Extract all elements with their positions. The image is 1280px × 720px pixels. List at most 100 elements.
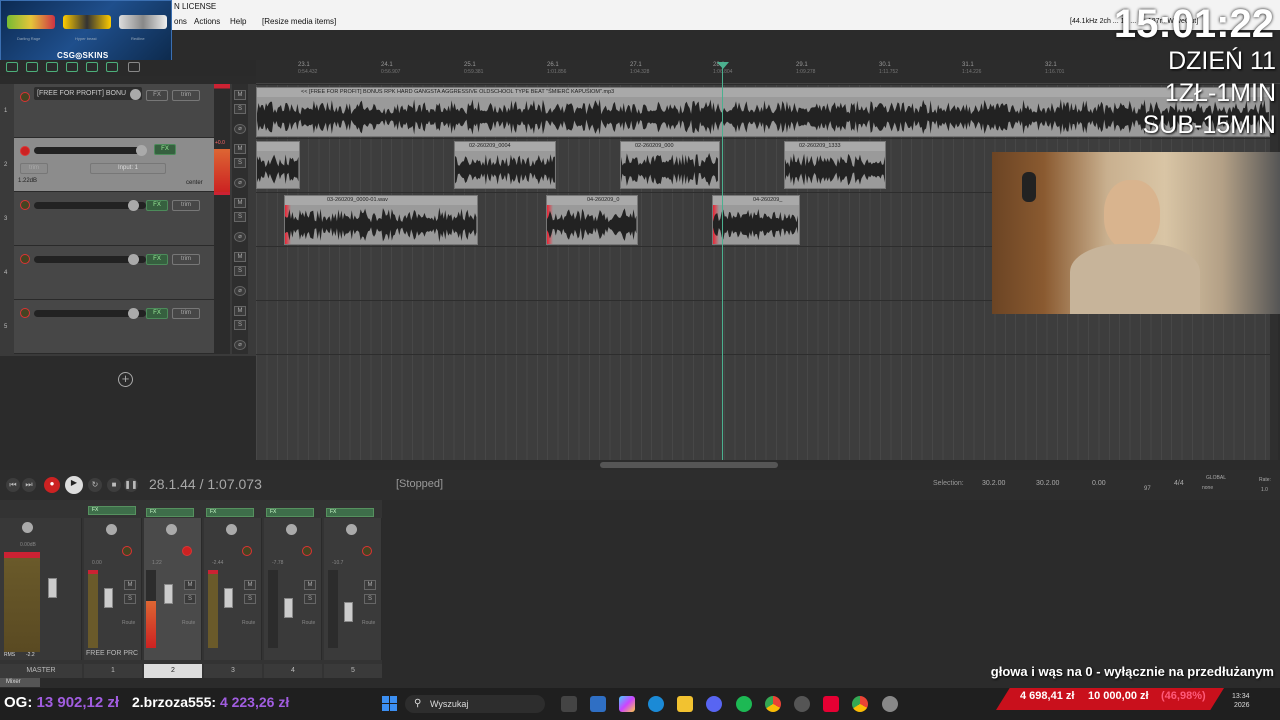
solo-button[interactable]: S bbox=[234, 266, 246, 276]
phase-button[interactable]: ⌀ bbox=[234, 124, 246, 134]
record-arm-button[interactable] bbox=[242, 546, 252, 556]
edge-icon[interactable] bbox=[648, 696, 664, 712]
automation-trim-button[interactable]: trim bbox=[172, 200, 200, 211]
solo-button[interactable]: S bbox=[304, 594, 316, 604]
mute-button[interactable]: M bbox=[234, 90, 246, 100]
mixer-tab[interactable]: Mixer bbox=[0, 678, 40, 687]
settings-icon[interactable] bbox=[882, 696, 898, 712]
snap-icon[interactable] bbox=[26, 62, 38, 72]
pan-knob[interactable] bbox=[286, 524, 297, 535]
pan-knob[interactable] bbox=[106, 524, 117, 535]
automation-mode[interactable]: none bbox=[1202, 485, 1213, 491]
record-arm-button[interactable] bbox=[182, 546, 192, 556]
automation-trim-button[interactable]: trim bbox=[172, 308, 200, 319]
time-signature[interactable]: 4/4 bbox=[1174, 480, 1184, 487]
tempo-display[interactable]: 97 bbox=[1144, 486, 1151, 492]
fx-slot[interactable]: FX bbox=[88, 506, 136, 515]
mute-button[interactable]: M bbox=[234, 252, 246, 262]
lock-icon[interactable] bbox=[128, 62, 140, 72]
route-button[interactable]: Route bbox=[122, 620, 135, 626]
track-name[interactable]: [FREE FOR PROFIT] BONU bbox=[34, 87, 142, 100]
track-2-header[interactable]: FX trim Input: 1 1.22dB center bbox=[14, 138, 214, 192]
media-item-adlib[interactable]: 04-260209_0 bbox=[546, 195, 638, 245]
mute-button[interactable]: M bbox=[244, 580, 256, 590]
mute-button[interactable]: M bbox=[304, 580, 316, 590]
media-item-vocal[interactable]: 02-260209_1333 bbox=[784, 141, 886, 189]
solo-button[interactable]: S bbox=[234, 104, 246, 114]
store-icon[interactable] bbox=[590, 696, 606, 712]
media-item-adlib[interactable]: 04-260209_ bbox=[712, 195, 800, 245]
record-arm-button[interactable] bbox=[20, 92, 30, 102]
mute-button[interactable]: M bbox=[234, 144, 246, 154]
volume-fader[interactable] bbox=[344, 602, 353, 622]
fx-slot[interactable]: FX bbox=[266, 508, 314, 517]
envelope-icon[interactable] bbox=[86, 62, 98, 72]
chrome-icon[interactable] bbox=[765, 696, 781, 712]
input-select[interactable]: Input: 1 bbox=[90, 163, 166, 174]
copilot-icon[interactable] bbox=[619, 696, 635, 712]
loop-button[interactable]: ↻ bbox=[88, 478, 102, 492]
volume-slider-thumb[interactable] bbox=[136, 145, 147, 156]
phase-button[interactable]: ⌀ bbox=[234, 178, 246, 188]
timeline-ruler[interactable]: 23.1 0:54.432 24.1 0:56.907 25.1 0:59.381 26.1… bbox=[256, 60, 1280, 84]
master-fader[interactable] bbox=[48, 578, 57, 598]
fx-button[interactable]: FX bbox=[154, 144, 176, 155]
track-5-header[interactable]: FX trim bbox=[14, 300, 214, 354]
volume-slider-thumb[interactable] bbox=[128, 200, 139, 211]
pan-knob[interactable] bbox=[346, 524, 357, 535]
solo-button[interactable]: S bbox=[184, 594, 196, 604]
solo-button[interactable]: S bbox=[234, 212, 246, 222]
record-button[interactable]: ● bbox=[44, 477, 60, 493]
menu-resize-media[interactable]: [Resize media items] bbox=[262, 14, 336, 30]
pan-knob[interactable] bbox=[166, 524, 177, 535]
volume-slider-thumb[interactable] bbox=[128, 254, 139, 265]
phase-button[interactable]: ⌀ bbox=[234, 232, 246, 242]
grid-icon[interactable] bbox=[6, 62, 18, 72]
file-explorer-icon[interactable] bbox=[677, 696, 693, 712]
track-3-header[interactable]: FX trim bbox=[14, 192, 214, 246]
go-to-end-button[interactable]: ⏭ bbox=[22, 478, 36, 492]
volume-knob[interactable] bbox=[130, 89, 141, 100]
master-pan-knob[interactable] bbox=[22, 522, 33, 533]
fx-button[interactable]: FX bbox=[146, 254, 168, 265]
strip-number[interactable]: 5 bbox=[324, 664, 382, 678]
solo-button[interactable]: S bbox=[124, 594, 136, 604]
task-view-icon[interactable] bbox=[561, 696, 577, 712]
ripple-icon[interactable] bbox=[46, 62, 58, 72]
automation-trim-button[interactable]: trim bbox=[172, 254, 200, 265]
spotify-icon[interactable] bbox=[736, 696, 752, 712]
rate-value[interactable]: 1.0 bbox=[1261, 487, 1268, 493]
windows-start-icon[interactable] bbox=[382, 696, 398, 712]
pan-knob[interactable] bbox=[226, 524, 237, 535]
mute-button[interactable]: M bbox=[234, 306, 246, 316]
go-to-start-button[interactable]: ⏮ bbox=[6, 478, 20, 492]
selection-start[interactable]: 30.2.00 bbox=[982, 480, 1005, 487]
media-item-vocal[interactable]: 02-260209_0004 bbox=[454, 141, 556, 189]
pause-button[interactable]: ❚❚ bbox=[124, 478, 138, 492]
solo-button[interactable]: S bbox=[234, 158, 246, 168]
selection-length[interactable]: 0.00 bbox=[1092, 480, 1106, 487]
record-arm-button[interactable] bbox=[20, 254, 30, 264]
solo-button[interactable]: S bbox=[234, 320, 246, 330]
obs-icon[interactable] bbox=[794, 696, 810, 712]
tiktok-icon[interactable] bbox=[823, 696, 839, 712]
play-button[interactable]: ▶ bbox=[65, 476, 83, 494]
strip-number[interactable]: 4 bbox=[264, 664, 322, 678]
add-track-button[interactable]: + bbox=[118, 372, 133, 387]
mute-button[interactable]: M bbox=[364, 580, 376, 590]
selection-end[interactable]: 30.2.00 bbox=[1036, 480, 1059, 487]
taskbar-search[interactable]: ⚲ Wyszukaj bbox=[405, 695, 545, 713]
chrome-profile-icon[interactable] bbox=[852, 696, 868, 712]
record-arm-button[interactable] bbox=[122, 546, 132, 556]
strip-name[interactable]: FREE FOR PRC bbox=[86, 650, 138, 657]
master-label[interactable]: MASTER bbox=[0, 664, 82, 678]
route-button[interactable]: Route bbox=[362, 620, 375, 626]
time-display[interactable]: 28.1.44 / 1:07.073 bbox=[149, 476, 262, 492]
media-item-vocal[interactable] bbox=[256, 141, 300, 189]
route-button[interactable]: Route bbox=[182, 620, 195, 626]
record-arm-button[interactable] bbox=[20, 200, 30, 210]
discord-icon[interactable] bbox=[706, 696, 722, 712]
strip-number[interactable]: 2 bbox=[144, 664, 202, 678]
loop-icon[interactable] bbox=[106, 62, 118, 72]
track-1-header[interactable]: [FREE FOR PROFIT] BONU FX trim bbox=[14, 84, 214, 138]
